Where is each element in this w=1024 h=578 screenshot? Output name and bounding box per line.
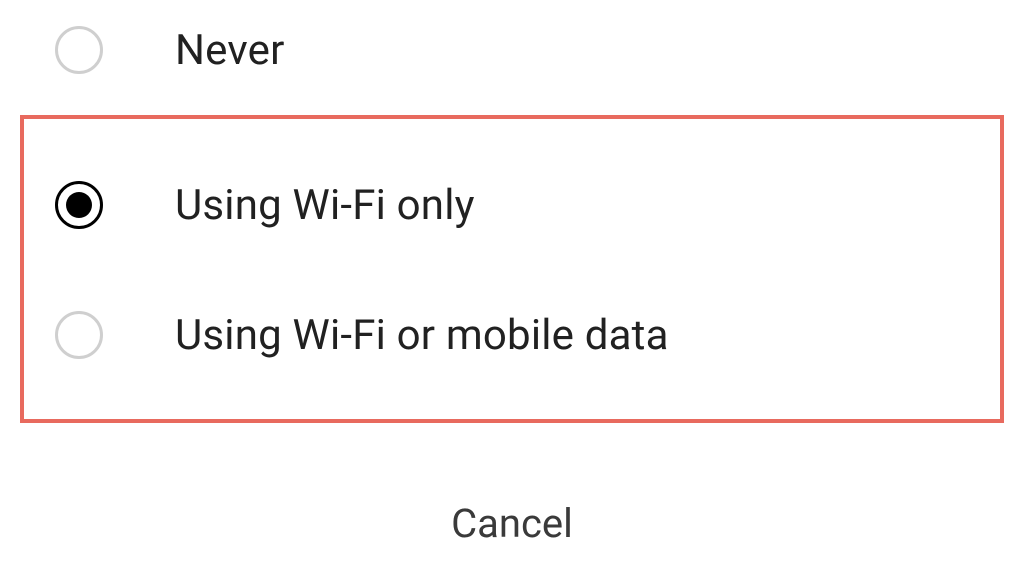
radio-icon (55, 311, 103, 359)
cancel-button[interactable]: Cancel (451, 500, 573, 547)
radio-option-list: Never Using Wi-Fi only Using Wi-Fi or mo… (0, 0, 1024, 400)
radio-label: Using Wi-Fi only (175, 181, 475, 230)
radio-label: Using Wi-Fi or mobile data (175, 311, 669, 360)
radio-label: Never (175, 26, 285, 75)
radio-option-wifi-only[interactable]: Using Wi-Fi only (0, 140, 1024, 270)
radio-icon-selected (55, 181, 103, 229)
radio-option-wifi-or-mobile[interactable]: Using Wi-Fi or mobile data (0, 270, 1024, 400)
radio-option-never[interactable]: Never (0, 0, 1024, 100)
dialog-actions: Cancel (0, 500, 1024, 547)
radio-icon (55, 26, 103, 74)
